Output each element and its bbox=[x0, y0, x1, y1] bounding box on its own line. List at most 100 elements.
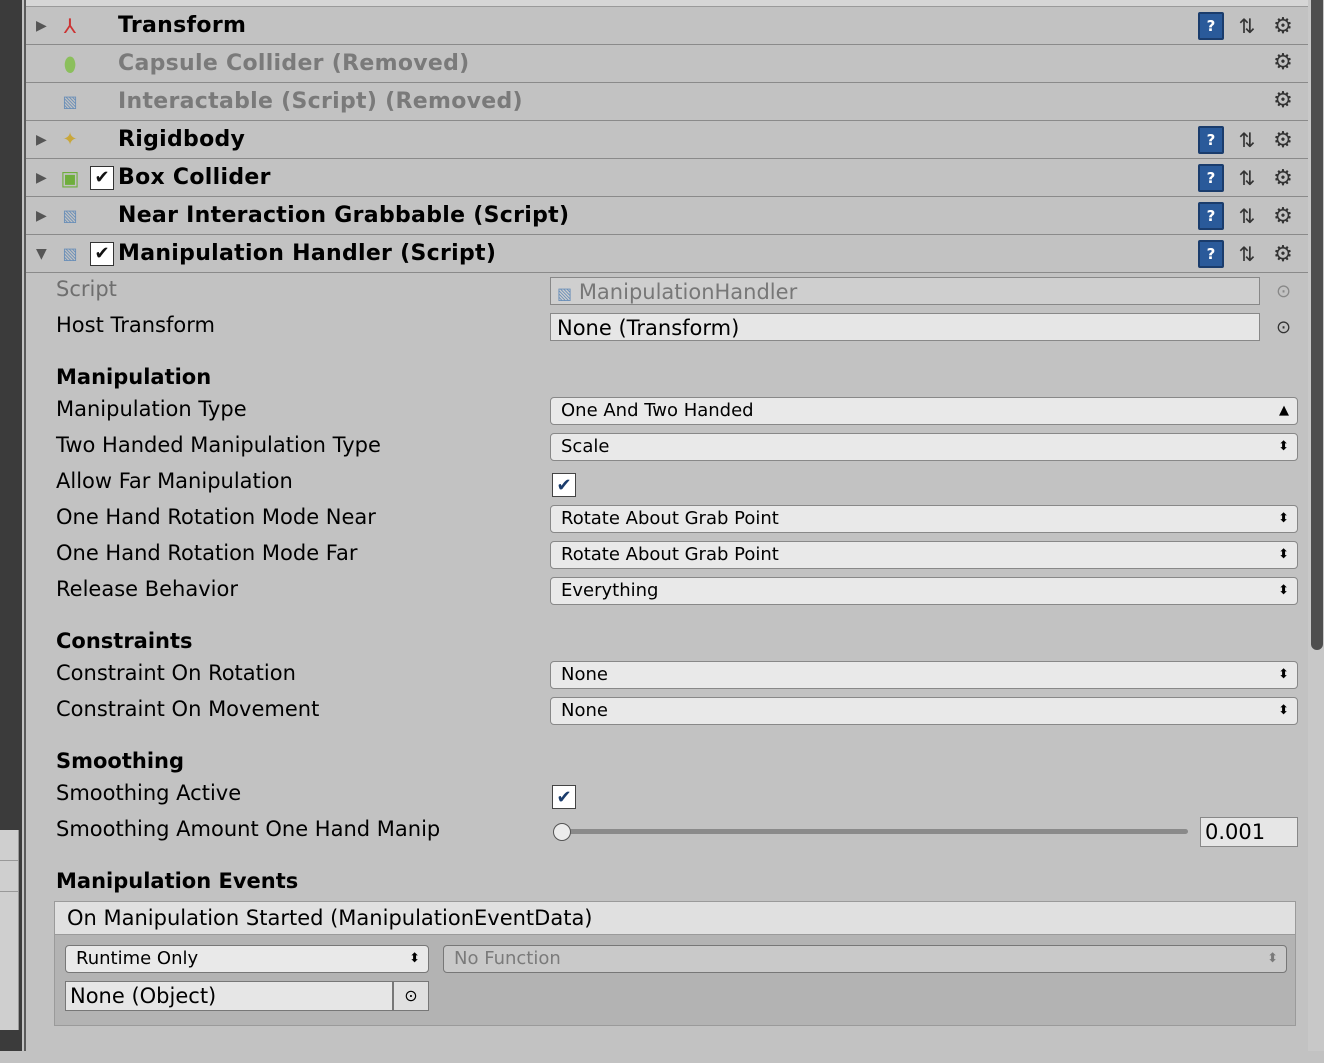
release-value: Everything bbox=[561, 580, 659, 601]
constraint-rot-label: Constraint On Rotation bbox=[56, 661, 296, 685]
manipulation-type-dropdown[interactable]: One And Two Handed ▲ bbox=[550, 397, 1298, 425]
gear-icon[interactable]: ⚙ bbox=[1270, 166, 1296, 191]
rot-near-label: One Hand Rotation Mode Near bbox=[56, 505, 376, 529]
gear-icon[interactable]: ⚙ bbox=[1270, 204, 1296, 229]
gear-icon[interactable]: ⚙ bbox=[1270, 242, 1296, 267]
manipulation-type-value: One And Two Handed bbox=[561, 400, 754, 421]
scene-view-strip bbox=[0, 0, 22, 1051]
rot-far-value: Rotate About Grab Point bbox=[561, 544, 779, 565]
gear-icon[interactable]: ⚙ bbox=[1270, 50, 1296, 75]
host-transform-field[interactable]: None (Transform) bbox=[550, 313, 1260, 341]
function-dropdown[interactable]: No Function ⬍ bbox=[443, 945, 1287, 973]
manipulation-type-label: Manipulation Type bbox=[56, 397, 247, 421]
dropdown-arrow-icon: ⬍ bbox=[1278, 667, 1289, 682]
component-actions: ? ⇅ ⚙ bbox=[1198, 202, 1296, 230]
component-actions: ? ⇅ ⚙ bbox=[1198, 12, 1296, 40]
help-book-icon[interactable]: ? bbox=[1198, 240, 1224, 268]
component-header[interactable]: ▶ ▧ Near Interaction Grabbable (Script)? ⇅ ⚙ bbox=[26, 197, 1310, 235]
enable-checkbox[interactable]: ✔ bbox=[90, 165, 114, 190]
two-handed-dropdown[interactable]: Scale ⬍ bbox=[550, 433, 1298, 461]
allow-far-checkbox[interactable]: ✔ bbox=[552, 473, 576, 497]
smoothing-amount-label: Smoothing Amount One Hand Manip bbox=[56, 817, 441, 841]
release-dropdown[interactable]: Everything ⬍ bbox=[550, 577, 1298, 605]
inspector-topbar bbox=[26, 0, 1310, 7]
host-transform-label: Host Transform bbox=[56, 313, 215, 337]
function-value: No Function bbox=[454, 948, 561, 969]
inspector-panel: ▶ ⅄ Transform? ⇅ ⚙ ⬮ Capsule Collider (Removed… bbox=[24, 0, 1310, 1051]
component-actions: ? ⇅ ⚙ bbox=[1198, 126, 1296, 154]
manipulation-header: Manipulation bbox=[56, 365, 212, 389]
box-collider-icon: ▣ bbox=[60, 165, 80, 190]
script-file-icon: ▧ bbox=[557, 284, 573, 303]
help-book-icon[interactable]: ? bbox=[1198, 164, 1224, 192]
inspector-scrollbar[interactable] bbox=[1308, 0, 1324, 1051]
script-picker-icon: ⊙ bbox=[1276, 281, 1292, 302]
component-title: Near Interaction Grabbable (Script) bbox=[118, 203, 570, 228]
component-header[interactable]: ⬮ Capsule Collider (Removed) ⚙ bbox=[26, 45, 1310, 83]
enable-checkbox[interactable]: ✔ bbox=[90, 241, 114, 266]
event-object-field[interactable]: None (Object) bbox=[65, 981, 393, 1011]
event-entry: Runtime Only ⬍ No Function ⬍ None (Objec… bbox=[54, 935, 1296, 1026]
help-book-icon[interactable]: ? bbox=[1198, 202, 1224, 230]
component-actions: ⚙ bbox=[1270, 88, 1296, 113]
presets-icon[interactable]: ⇅ bbox=[1234, 14, 1260, 38]
component-list: ▶ ⅄ Transform? ⇅ ⚙ ⬮ Capsule Collider (Removed… bbox=[26, 7, 1310, 273]
expand-right-icon[interactable]: ▶ bbox=[36, 18, 50, 34]
dropdown-arrow-icon: ⬍ bbox=[1278, 583, 1289, 598]
presets-icon[interactable]: ⇅ bbox=[1234, 166, 1260, 190]
presets-icon[interactable]: ⇅ bbox=[1234, 204, 1260, 228]
manipulation-handler-body: Script ▧ ManipulationHandler ⊙ Host Tran… bbox=[26, 273, 1310, 1063]
script-field-value: ManipulationHandler bbox=[578, 280, 798, 304]
runtime-dropdown[interactable]: Runtime Only ⬍ bbox=[65, 945, 429, 973]
component-title: Capsule Collider (Removed) bbox=[118, 51, 470, 76]
scrollbar-thumb[interactable] bbox=[1311, 0, 1323, 650]
component-header[interactable]: ▶ ✦ Rigidbody? ⇅ ⚙ bbox=[26, 121, 1310, 159]
gear-icon[interactable]: ⚙ bbox=[1270, 88, 1296, 113]
dropdown-arrow-icon: ⬍ bbox=[1278, 703, 1289, 718]
smoothing-active-checkbox[interactable]: ✔ bbox=[552, 785, 576, 809]
component-header[interactable]: ▶ ▣ ✔ Box Collider? ⇅ ⚙ bbox=[26, 159, 1310, 197]
script-icon: ▧ bbox=[62, 206, 78, 225]
script-label: Script bbox=[56, 277, 117, 301]
expand-right-icon[interactable]: ▶ bbox=[36, 208, 50, 224]
constraint-rot-dropdown[interactable]: None ⬍ bbox=[550, 661, 1298, 689]
dropdown-arrow-icon: ⬍ bbox=[1278, 439, 1289, 454]
constraint-rot-value: None bbox=[561, 664, 608, 685]
component-title: Transform bbox=[118, 13, 247, 38]
side-toolbar bbox=[0, 830, 19, 1030]
dropdown-arrow-icon: ⬍ bbox=[1278, 547, 1289, 562]
help-book-icon[interactable]: ? bbox=[1198, 12, 1224, 40]
help-book-icon[interactable]: ? bbox=[1198, 126, 1224, 154]
gear-icon[interactable]: ⚙ bbox=[1270, 14, 1296, 39]
event-object-picker-icon[interactable]: ⊙ bbox=[393, 981, 429, 1011]
dropdown-arrow-icon: ⬍ bbox=[409, 951, 420, 966]
presets-icon[interactable]: ⇅ bbox=[1234, 128, 1260, 152]
dropdown-arrow-icon: ⬍ bbox=[1267, 951, 1278, 966]
component-header[interactable]: ▶ ⅄ Transform? ⇅ ⚙ bbox=[26, 7, 1310, 45]
expand-right-icon[interactable]: ▶ bbox=[36, 170, 50, 186]
expand-down-icon[interactable]: ▼ bbox=[36, 246, 50, 262]
component-header[interactable]: ▧ Interactable (Script) (Removed) ⚙ bbox=[26, 83, 1310, 121]
presets-icon[interactable]: ⇅ bbox=[1234, 242, 1260, 266]
dropdown-arrow-icon: ▲ bbox=[1279, 403, 1289, 418]
constraints-header: Constraints bbox=[56, 629, 193, 653]
smoothing-amount-field[interactable]: 0.001 bbox=[1200, 817, 1298, 847]
expand-right-icon[interactable]: ▶ bbox=[36, 132, 50, 148]
constraint-mov-dropdown[interactable]: None ⬍ bbox=[550, 697, 1298, 725]
rigidbody-icon: ✦ bbox=[62, 129, 78, 150]
smoothing-slider-knob[interactable] bbox=[552, 823, 571, 841]
rot-near-dropdown[interactable]: Rotate About Grab Point ⬍ bbox=[550, 505, 1298, 533]
rot-far-label: One Hand Rotation Mode Far bbox=[56, 541, 358, 565]
component-header[interactable]: ▼ ▧ ✔ Manipulation Handler (Script)? ⇅ ⚙ bbox=[26, 235, 1310, 273]
smoothing-slider-track[interactable] bbox=[560, 829, 1188, 834]
constraint-mov-value: None bbox=[561, 700, 608, 721]
rot-near-value: Rotate About Grab Point bbox=[561, 508, 779, 529]
runtime-value: Runtime Only bbox=[76, 948, 199, 969]
rot-far-dropdown[interactable]: Rotate About Grab Point ⬍ bbox=[550, 541, 1298, 569]
component-title: Manipulation Handler (Script) bbox=[118, 241, 497, 266]
event-box: On Manipulation Started (ManipulationEve… bbox=[54, 901, 1296, 1026]
host-transform-picker-icon[interactable]: ⊙ bbox=[1276, 317, 1291, 338]
gear-icon[interactable]: ⚙ bbox=[1270, 128, 1296, 153]
two-handed-label: Two Handed Manipulation Type bbox=[56, 433, 381, 457]
component-actions: ⚙ bbox=[1270, 50, 1296, 75]
